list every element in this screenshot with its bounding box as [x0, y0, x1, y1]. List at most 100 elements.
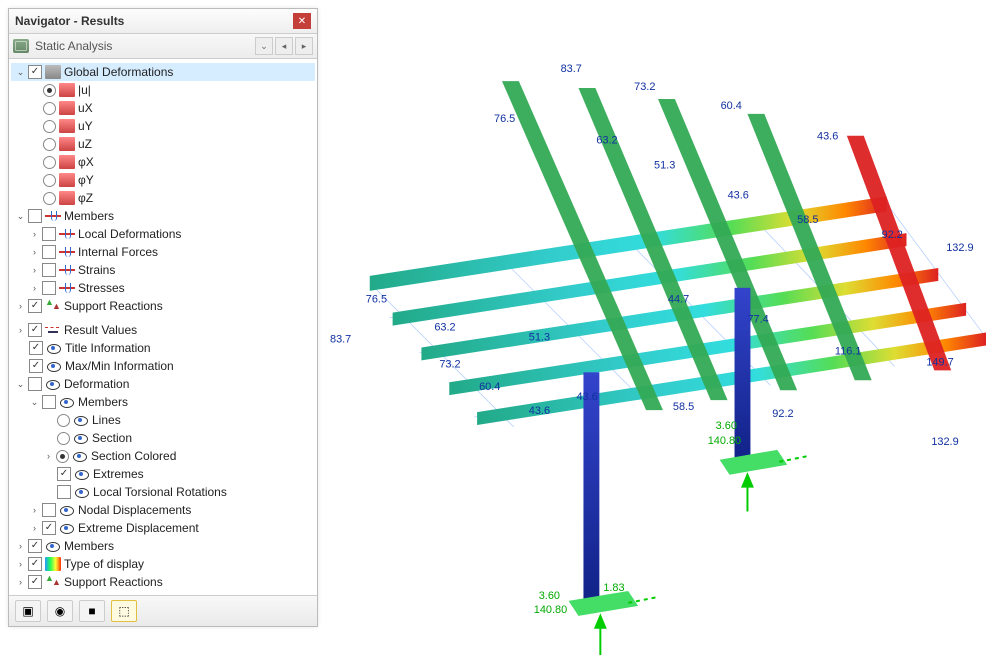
expand-icon[interactable]: ›	[29, 229, 40, 240]
checkbox[interactable]	[28, 575, 42, 589]
expand-icon[interactable]: ›	[15, 325, 26, 336]
checkbox[interactable]	[28, 209, 42, 223]
tree-item-type-display[interactable]: ›Type of display	[11, 555, 315, 573]
beam-icon	[59, 137, 75, 151]
expand-icon[interactable]: ›	[29, 505, 40, 516]
results-view-button[interactable]: ⬚	[111, 600, 137, 622]
tree-item-ux[interactable]: uX	[11, 99, 315, 117]
expand-icon[interactable]: ⌄	[15, 211, 26, 222]
checkbox[interactable]	[28, 377, 42, 391]
checkbox[interactable]	[28, 323, 42, 337]
panel-title: Navigator - Results	[15, 14, 124, 28]
camera-button[interactable]: ■	[79, 600, 105, 622]
checkbox[interactable]	[28, 539, 42, 553]
tree-item-u[interactable]: |u|	[11, 81, 315, 99]
gradient-icon	[45, 557, 61, 571]
eye-icon	[73, 413, 89, 427]
checkbox[interactable]	[42, 521, 56, 535]
tree-item-local-torsional[interactable]: Local Torsional Rotations	[11, 483, 315, 501]
tree-item-stresses[interactable]: ›Stresses	[11, 279, 315, 297]
tree-item-extremes[interactable]: Extremes	[11, 465, 315, 483]
wave-icon	[45, 209, 61, 223]
tree-item-strains[interactable]: ›Strains	[11, 261, 315, 279]
dropdown-button[interactable]: ⌄	[255, 37, 273, 55]
checkbox[interactable]	[57, 467, 71, 481]
tree-item-local-deformations[interactable]: ›Local Deformations	[11, 225, 315, 243]
expand-icon[interactable]: ⌄	[15, 67, 26, 78]
close-button[interactable]: ✕	[293, 13, 311, 29]
expand-icon[interactable]: ›	[29, 247, 40, 258]
checkbox[interactable]	[42, 227, 56, 241]
checkbox[interactable]	[42, 503, 56, 517]
tree-item-support-reactions2[interactable]: ›Support Reactions	[11, 573, 315, 591]
svg-text:43.6: 43.6	[817, 131, 838, 143]
tree-item-phiz[interactable]: φZ	[11, 189, 315, 207]
tree-item-def-members[interactable]: ⌄Members	[11, 393, 315, 411]
radio[interactable]	[43, 156, 56, 169]
tree-item-lines[interactable]: Lines	[11, 411, 315, 429]
radio[interactable]	[43, 138, 56, 151]
tree-item-deformation[interactable]: ⌄Deformation	[11, 375, 315, 393]
analysis-type-selector[interactable]: Static Analysis	[35, 39, 253, 53]
expand-icon[interactable]: ›	[15, 577, 26, 588]
tree-item-uy[interactable]: uY	[11, 117, 315, 135]
radio[interactable]	[43, 120, 56, 133]
checkbox[interactable]	[28, 299, 42, 313]
tree-item-section[interactable]: Section	[11, 429, 315, 447]
tree-item-support-reactions[interactable]: ›Support Reactions	[11, 297, 315, 315]
radio[interactable]	[43, 192, 56, 205]
expand-icon[interactable]: ›	[15, 541, 26, 552]
checkbox[interactable]	[29, 359, 43, 373]
next-button[interactable]: ▸	[295, 37, 313, 55]
expand-icon[interactable]: ⌄	[29, 397, 40, 408]
checkbox[interactable]	[29, 341, 43, 355]
tree-item-result-values[interactable]: ›Result Values	[11, 321, 315, 339]
radio[interactable]	[57, 414, 70, 427]
tree-item-extreme-disp[interactable]: ›Extreme Displacement	[11, 519, 315, 537]
expand-icon[interactable]: ⌄	[15, 379, 26, 390]
radio[interactable]	[43, 102, 56, 115]
checkbox[interactable]	[28, 65, 42, 79]
radio[interactable]	[43, 174, 56, 187]
svg-text:132.9: 132.9	[946, 242, 973, 254]
tree-item-members2[interactable]: ›Members	[11, 537, 315, 555]
visibility-button[interactable]: ◉	[47, 600, 73, 622]
tree-item-nodal-disp[interactable]: ›Nodal Displacements	[11, 501, 315, 519]
tree-item-members[interactable]: ⌄Members	[11, 207, 315, 225]
layers-button[interactable]: ▣	[15, 600, 41, 622]
svg-text:44.7: 44.7	[668, 294, 689, 306]
expand-icon[interactable]: ›	[29, 265, 40, 276]
prev-button[interactable]: ◂	[275, 37, 293, 55]
expand-icon[interactable]: ›	[29, 523, 40, 534]
expand-icon[interactable]: ›	[43, 451, 54, 462]
tree-item-title-info[interactable]: Title Information	[11, 339, 315, 357]
checkbox[interactable]	[42, 263, 56, 277]
3d-viewport[interactable]: 83.7 73.2 60.4 43.6 76.5 63.2 51.3 43.6 …	[330, 30, 986, 655]
checkbox[interactable]	[42, 245, 56, 259]
eye-icon	[59, 521, 75, 535]
checkbox[interactable]	[28, 557, 42, 571]
expand-icon[interactable]: ›	[15, 301, 26, 312]
tree-item-phiy[interactable]: φY	[11, 171, 315, 189]
svg-text:63.2: 63.2	[596, 135, 617, 147]
svg-text:58.5: 58.5	[797, 214, 818, 226]
svg-text:76.5: 76.5	[494, 113, 515, 125]
tree-item-internal-forces[interactable]: ›Internal Forces	[11, 243, 315, 261]
expand-icon[interactable]: ›	[29, 283, 40, 294]
checkbox[interactable]	[42, 281, 56, 295]
checkbox[interactable]	[42, 395, 56, 409]
tree-item-uz[interactable]: uZ	[11, 135, 315, 153]
tree-item-global-deformations[interactable]: ⌄ Global Deformations	[11, 63, 315, 81]
beam-icon	[59, 191, 75, 205]
radio[interactable]	[57, 432, 70, 445]
svg-text:83.7: 83.7	[561, 63, 582, 75]
expand-icon[interactable]: ›	[15, 559, 26, 570]
tree-item-section-colored[interactable]: ›Section Colored	[11, 447, 315, 465]
radio[interactable]	[43, 84, 56, 97]
radio[interactable]	[56, 450, 69, 463]
svg-text:43.6: 43.6	[728, 189, 749, 201]
tree-item-phix[interactable]: φX	[11, 153, 315, 171]
svg-text:73.2: 73.2	[634, 81, 655, 93]
tree-item-maxmin-info[interactable]: Max/Min Information	[11, 357, 315, 375]
checkbox[interactable]	[57, 485, 71, 499]
